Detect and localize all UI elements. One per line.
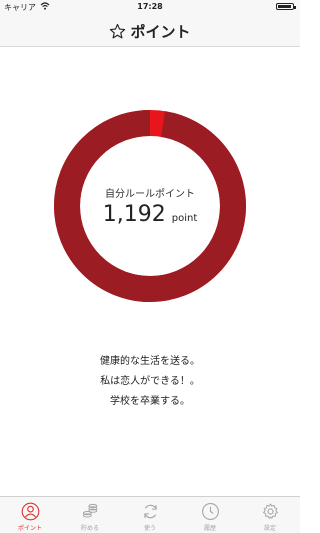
tab-settings[interactable]: 設定 (240, 497, 300, 533)
status-bar: キャリア 17:28 (0, 0, 300, 14)
rule-item: 健康的な生活を送る。 (100, 356, 200, 367)
refresh-icon (143, 504, 157, 519)
tab-bar: ポイント 貯める 使う 履歴 設定 (0, 496, 300, 533)
clock-icon (201, 503, 219, 520)
gear-icon (262, 503, 278, 519)
page-title: ポイント (0, 21, 300, 42)
tab-use[interactable]: 使う (120, 497, 180, 533)
star-outline-icon (110, 23, 126, 39)
rule-item: 学校を卒業する。 (110, 396, 190, 407)
battery-level (278, 5, 292, 8)
page-title-text: ポイント (130, 23, 191, 41)
points-label: 自分ルールポイント (105, 189, 195, 200)
points-unit: point (171, 213, 198, 224)
tab-points[interactable]: ポイント (0, 497, 60, 533)
rules-list: 健康的な生活を送る。 私は恋人ができる！。 学校を卒業する。 (0, 352, 300, 412)
tab-points-label: ポイント (17, 525, 42, 532)
coins-icon (82, 503, 97, 518)
rule-item: 私は恋人ができる！。 (100, 376, 200, 387)
points-value-row: 1,192 point (54, 202, 246, 227)
navigation-bar: ポイント (0, 14, 300, 47)
points-value: 1,192 (102, 202, 166, 227)
tab-use-label: 使う (143, 525, 156, 532)
tab-settings-label: 設定 (263, 525, 276, 532)
tab-history-label: 履歴 (203, 525, 216, 532)
tab-save[interactable]: 貯める (60, 497, 120, 533)
person-icon (21, 502, 39, 521)
battery-icon (276, 3, 296, 10)
tab-history[interactable]: 履歴 (180, 497, 240, 533)
points-ring-chart: 自分ルールポイント 1,192 point (54, 110, 246, 302)
clock-time: 17:28 (137, 2, 163, 11)
tab-save-label: 貯める (80, 525, 99, 532)
